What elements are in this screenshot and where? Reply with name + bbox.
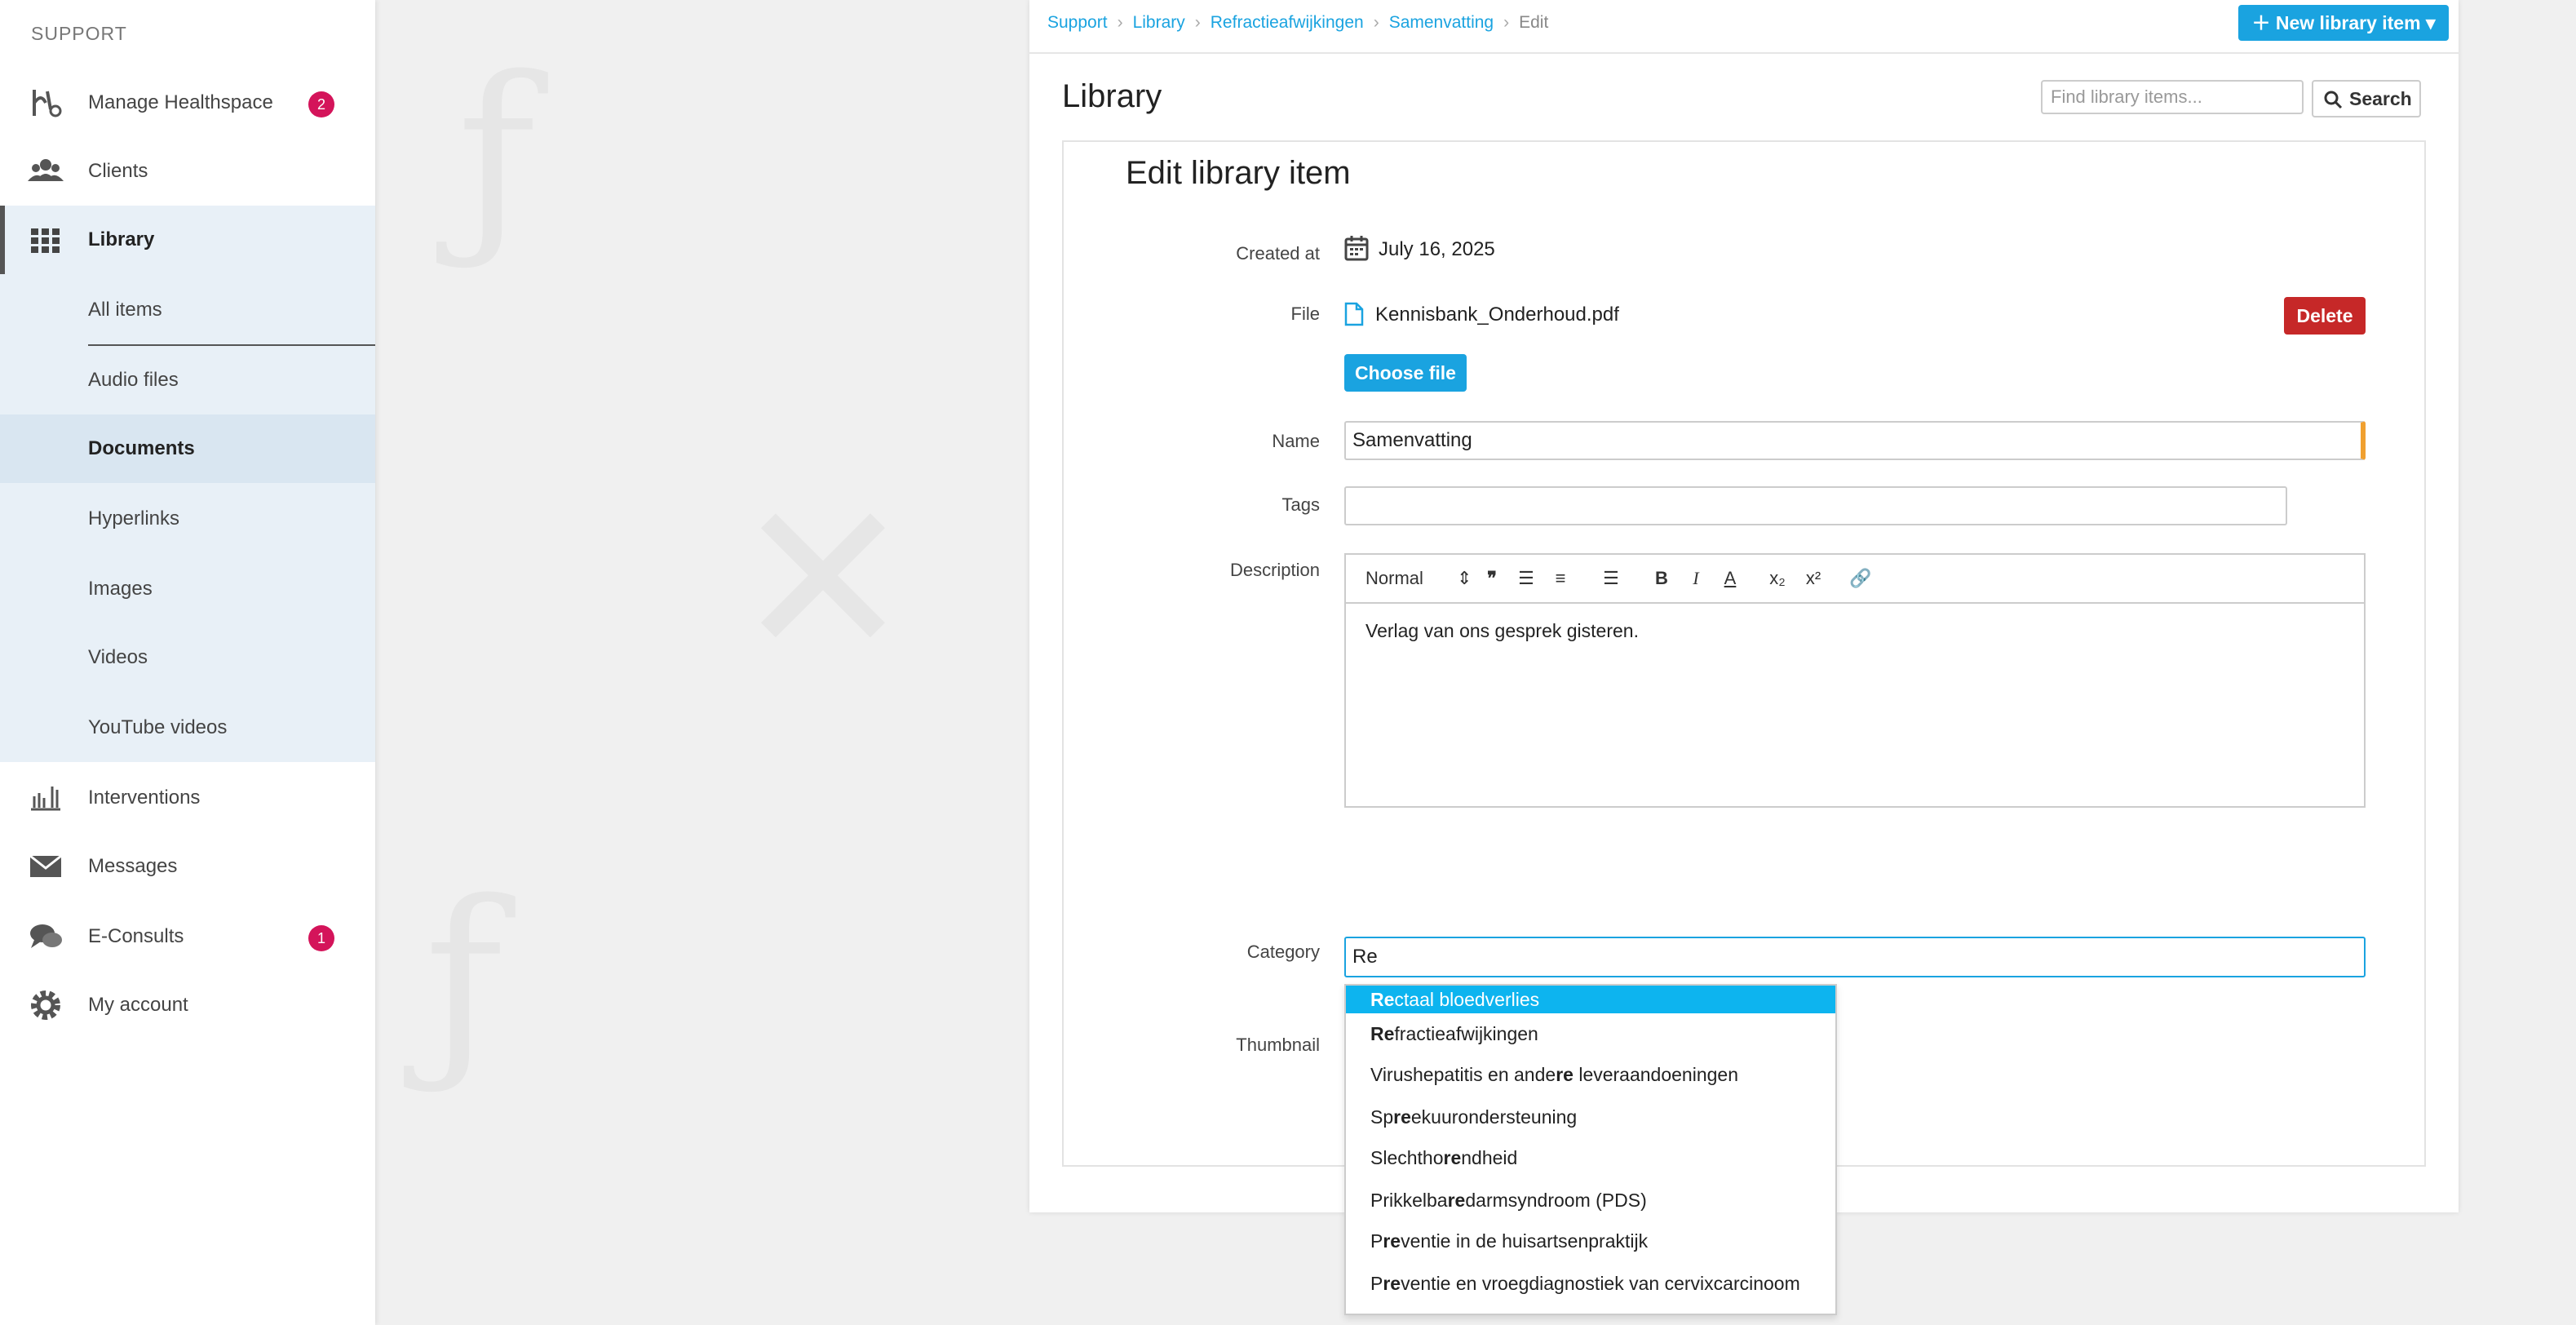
calendar-icon [1344,236,1369,261]
format-select[interactable]: Normal ⇕ [1365,566,1472,591]
sidebar-item-library[interactable]: Library [0,206,375,274]
thumbnail-label: Thumbnail [1236,1035,1320,1055]
notification-badge: 1 [308,925,334,951]
caret-down-icon: ▾ [2425,12,2436,33]
description-label: Description [1229,560,1320,580]
sidebar-item-label: Interventions [88,787,201,809]
sidebar-item-label: Library [88,228,155,250]
form-title: Edit library item [1126,155,1351,191]
name-label: Name [1272,431,1320,451]
link-icon[interactable]: 🔗 [1848,566,1873,591]
autocomplete-option[interactable]: Preventie in de huisartsenpraktijk [1346,1221,1835,1261]
autocomplete-option[interactable]: Spreekuurondersteuning [1346,1097,1835,1137]
sidebar-item-interventions[interactable]: Interventions [0,764,375,832]
sidebar-item-label: Clients [88,160,148,182]
autocomplete-option[interactable]: Refractieafwijkingen [1346,1013,1835,1054]
bullet-list-icon[interactable]: ≡ [1548,566,1573,591]
chat-icon [30,924,62,948]
delete-file-button[interactable]: Delete [2284,297,2366,335]
sidebar-item-clients[interactable]: Clients [0,137,375,206]
breadcrumb-category[interactable]: Refractieafwijkingen [1211,13,1364,33]
submenu-item-images[interactable]: Images [0,555,375,623]
sidebar-item-label: Manage Healthspace [88,91,273,113]
background-pattern: ƒ [424,857,503,1103]
tags-input[interactable] [1344,486,2287,525]
category-label: Category [1246,942,1320,962]
sidebar-header: SUPPORT [31,23,127,44]
autocomplete-option[interactable]: Rectaal bloedverlies [1346,986,1835,1013]
autocomplete-option[interactable]: Prikkelbaredarmsyndroom (PDS) [1346,1180,1835,1221]
sidebar-item-my-account[interactable]: My account [0,971,375,1039]
name-input[interactable] [1344,421,2366,460]
category-autocomplete-dropdown: Rectaal bloedverlies Refractieafwijkinge… [1344,984,1837,1315]
autocomplete-option[interactable]: Slechthorendheid [1346,1137,1835,1178]
search-button-label: Search [2349,88,2412,109]
sidebar-item-e-consults[interactable]: E-Consults 1 [0,902,375,971]
background-pattern: ƒ [457,33,536,279]
format-select-label: Normal [1365,568,1423,588]
clients-icon [28,159,64,181]
choose-file-button[interactable]: Choose file [1344,354,1467,392]
superscript-icon[interactable]: x² [1799,566,1827,591]
submenu-item-hyperlinks[interactable]: Hyperlinks [0,485,375,553]
ordered-list-icon[interactable]: ☰ [1514,566,1538,591]
editor-toolbar: Normal ⇕ ❞ ☰ ≡ ☰ B I A x₂ x² 🔗 [1346,555,2364,604]
plus-icon: ＋ [2251,12,2271,33]
sidebar-item-label: Messages [88,855,178,877]
align-left-icon[interactable]: ☰ [1599,566,1623,591]
background-pattern: ✕ [734,457,912,703]
subscript-icon[interactable]: x₂ [1764,566,1791,591]
submenu-item-videos[interactable]: Videos [0,623,375,692]
bold-icon[interactable]: B [1649,566,1674,591]
notification-badge: 2 [308,91,334,117]
sidebar: SUPPORT Manage Healthspace 2 Clients Lib… [0,0,375,1325]
italic-icon[interactable]: I [1684,566,1708,591]
created-at-label: Created at [1236,243,1320,264]
text-color-icon[interactable]: A [1718,566,1742,591]
envelope-icon [29,854,62,877]
created-at-value: July 16, 2025 [1379,238,1495,260]
category-input[interactable] [1344,937,2366,977]
sidebar-item-label: My account [88,994,188,1016]
new-library-item-button[interactable]: ＋ New library item ▾ [2238,5,2449,41]
chevron-right-icon: › [1503,13,1510,32]
chevron-right-icon: › [1117,13,1123,32]
autocomplete-option[interactable]: Preventie en vroegdiagnostiek van cervix… [1346,1263,1835,1304]
chevron-right-icon: › [1194,13,1201,32]
breadcrumb-library[interactable]: Library [1133,13,1185,33]
page-title: Library [1062,78,1162,114]
blockquote-icon[interactable]: ❞ [1480,566,1504,591]
description-content[interactable]: Verlag van ons gesprek gisteren. [1365,620,1639,642]
description-editor: Normal ⇕ ❞ ☰ ≡ ☰ B I A x₂ x² 🔗 Verlag van… [1344,553,2366,808]
submenu-item-audio-files[interactable]: Audio files [0,346,375,414]
file-name[interactable]: Kennisbank_Onderhoud.pdf [1375,304,1619,326]
header-divider [1029,52,2459,54]
search-button[interactable]: Search [2312,80,2421,117]
breadcrumb: Support › Library › Refractieafwijkingen › Sam… [1047,13,1548,33]
updown-icon: ⇕ [1457,568,1472,588]
submenu-item-all-items[interactable]: All items [0,276,375,344]
submenu-item-youtube-videos[interactable]: YouTube videos [0,694,375,762]
breadcrumb-item[interactable]: Samenvatting [1389,13,1494,33]
file-icon [1344,302,1364,326]
search-input[interactable] [2041,80,2304,114]
sidebar-item-messages[interactable]: Messages [0,832,375,901]
library-grid-icon [31,228,60,253]
file-label: File [1290,304,1320,324]
interventions-icon [31,787,60,811]
tags-label: Tags [1281,494,1320,515]
chevron-right-icon: › [1373,13,1379,32]
healthspace-icon [33,90,62,117]
search-icon [2324,91,2343,109]
submenu-item-documents[interactable]: Documents [0,414,375,483]
sidebar-item-label: E-Consults [88,925,184,947]
sidebar-item-manage-healthspace[interactable]: Manage Healthspace 2 [0,69,375,137]
gear-icon [31,990,60,1020]
new-library-item-label: New library item [2275,12,2421,33]
breadcrumb-current: Edit [1519,13,1549,32]
breadcrumb-support[interactable]: Support [1047,13,1108,33]
autocomplete-option[interactable]: Virushepatitis en andere leveraandoening… [1346,1054,1835,1095]
